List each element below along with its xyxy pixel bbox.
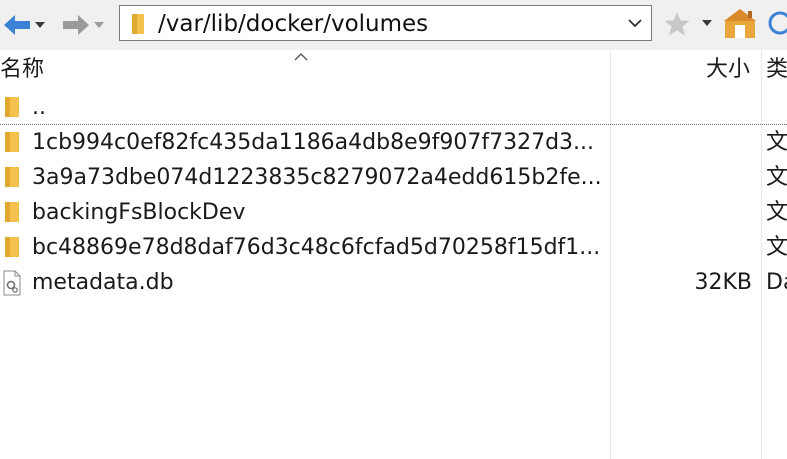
chevron-down-icon[interactable] xyxy=(627,17,643,29)
refresh-icon[interactable] xyxy=(768,10,787,36)
column-size-header[interactable]: 大小 xyxy=(706,50,750,90)
file-size: 32KB xyxy=(694,270,752,295)
file-list: .. 1cb994c0ef82fc435da1186a4db8e9f907f73… xyxy=(0,90,787,300)
folder-icon xyxy=(5,237,19,257)
column-header: 名称 大小 类 xyxy=(0,50,787,90)
list-item-parent[interactable]: .. xyxy=(0,90,787,125)
toolbar: /var/lib/docker/volumes xyxy=(0,0,787,50)
column-type-header[interactable]: 类 xyxy=(766,50,787,90)
address-path[interactable]: /var/lib/docker/volumes xyxy=(158,9,428,39)
folder-icon xyxy=(5,132,19,152)
back-button[interactable] xyxy=(2,8,45,42)
column-name-header[interactable]: 名称 xyxy=(0,50,44,90)
file-name: .. xyxy=(32,95,46,120)
sort-ascending-icon xyxy=(294,53,308,61)
file-type: 文 xyxy=(766,200,787,225)
star-icon[interactable] xyxy=(663,11,691,37)
list-item[interactable]: metadata.db 32KB Da xyxy=(0,265,787,300)
file-name: bc48869e78d8daf76d3c48c6fcfad5d70258f15d… xyxy=(32,235,601,260)
file-type: 文 xyxy=(766,130,787,155)
bookmark-dropdown-icon[interactable] xyxy=(702,20,712,26)
address-bar[interactable]: /var/lib/docker/volumes xyxy=(119,5,652,41)
forward-button[interactable] xyxy=(61,8,104,42)
back-arrow-icon xyxy=(4,15,30,35)
home-icon[interactable] xyxy=(724,8,756,38)
back-dropdown-icon[interactable] xyxy=(35,22,45,28)
folder-icon xyxy=(132,14,144,34)
forward-arrow-icon xyxy=(63,15,89,35)
folder-icon xyxy=(5,97,19,117)
file-type: Da xyxy=(766,270,787,295)
forward-dropdown-icon[interactable] xyxy=(94,22,104,28)
list-item[interactable]: bc48869e78d8daf76d3c48c6fcfad5d70258f15d… xyxy=(0,230,787,265)
list-item[interactable]: 3a9a73dbe074d1223835c8279072a4edd615b2fe… xyxy=(0,160,787,195)
file-type: 文 xyxy=(766,165,787,190)
folder-icon xyxy=(5,167,19,187)
file-name: metadata.db xyxy=(32,270,174,295)
file-icon xyxy=(3,270,21,296)
list-item[interactable]: 1cb994c0ef82fc435da1186a4db8e9f907f7327d… xyxy=(0,125,787,160)
folder-icon xyxy=(5,202,19,222)
file-name: 1cb994c0ef82fc435da1186a4db8e9f907f7327d… xyxy=(32,130,595,155)
file-type: 文 xyxy=(766,235,787,260)
file-name: backingFsBlockDev xyxy=(32,200,246,225)
list-item[interactable]: backingFsBlockDev 文 xyxy=(0,195,787,230)
file-name: 3a9a73dbe074d1223835c8279072a4edd615b2fe… xyxy=(32,165,602,190)
